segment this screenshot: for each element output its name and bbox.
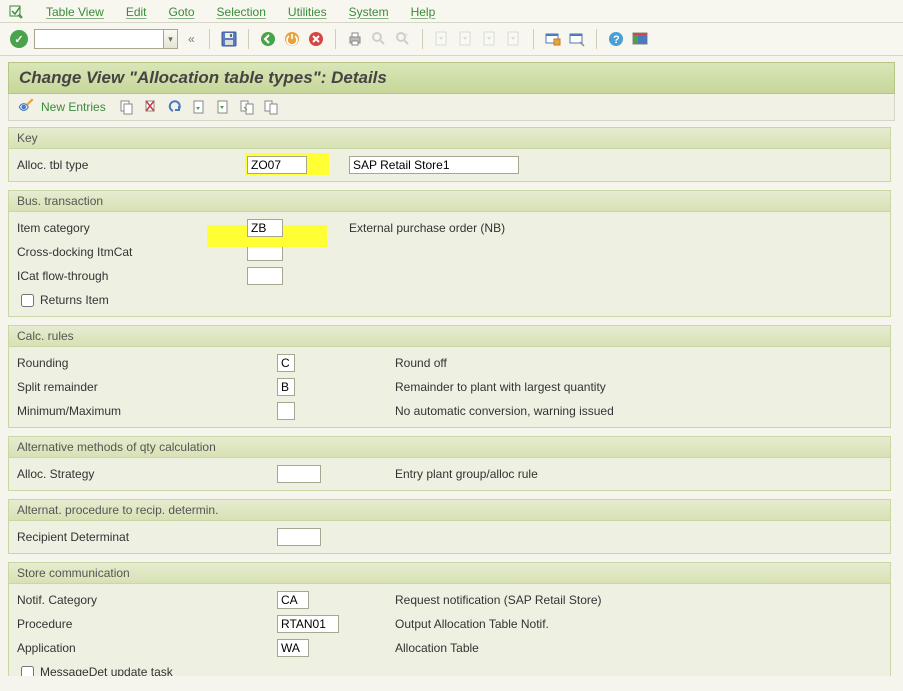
collapse-icon[interactable]: « — [184, 32, 199, 46]
group-bus: Bus. transaction Item category External … — [8, 190, 891, 317]
alloc-tbl-type-desc-input[interactable] — [349, 156, 519, 174]
print-entry-icon[interactable] — [262, 98, 280, 116]
prev-entry-icon[interactable] — [190, 98, 208, 116]
alloc-tbl-type-input[interactable] — [247, 156, 307, 174]
minmax-label: Minimum/Maximum — [17, 404, 277, 418]
msgdet-label: MessageDet update task — [40, 665, 173, 676]
exit-icon[interactable] — [283, 30, 301, 48]
cross-dock-label: Cross-docking ItmCat — [17, 245, 247, 259]
notif-input[interactable] — [277, 591, 309, 609]
msgdet-checkbox[interactable] — [21, 666, 34, 677]
returns-checkbox[interactable] — [21, 294, 34, 307]
minmax-input[interactable] — [277, 402, 295, 420]
cancel-icon[interactable] — [307, 30, 325, 48]
rounding-desc: Round off — [395, 356, 447, 370]
group-calc-header: Calc. rules — [9, 326, 890, 347]
prev-page-icon — [457, 30, 475, 48]
layout-icon[interactable] — [631, 30, 649, 48]
proc-desc: Output Allocation Table Notif. — [395, 617, 549, 631]
menu-bar: Table View Edit Goto Selection Utilities… — [0, 0, 903, 23]
menu-help[interactable]: Help — [411, 5, 436, 20]
determinat-input[interactable] — [277, 528, 321, 546]
proc-input[interactable] — [277, 615, 339, 633]
find-next-icon: + — [394, 30, 412, 48]
flow-label: ICat flow-through — [17, 269, 247, 283]
group-alt: Alternative methods of qty calculation A… — [8, 436, 891, 491]
returns-label: Returns Item — [40, 293, 109, 307]
svg-text:+: + — [405, 33, 409, 39]
group-key-header: Key — [9, 128, 890, 149]
app-input[interactable] — [277, 639, 309, 657]
first-page-icon — [433, 30, 451, 48]
shortcut-icon[interactable] — [568, 30, 586, 48]
find-icon — [370, 30, 388, 48]
split-input[interactable] — [277, 378, 295, 396]
group-recip: Alternat. procedure to recip. determin. … — [8, 499, 891, 554]
menu-utilities[interactable]: Utilities — [288, 5, 327, 20]
svg-text:?: ? — [613, 34, 620, 46]
enter-icon[interactable]: ✓ — [10, 30, 28, 48]
copy-icon[interactable] — [118, 98, 136, 116]
group-store-header: Store communication — [9, 563, 890, 584]
item-category-desc: External purchase order (NB) — [349, 221, 505, 235]
strategy-input[interactable] — [277, 465, 321, 483]
group-recip-header: Alternat. procedure to recip. determin. — [9, 500, 890, 521]
strategy-label: Alloc. Strategy — [17, 467, 277, 481]
minmax-desc: No automatic conversion, warning issued — [395, 404, 614, 418]
alloc-tbl-type-label: Alloc. tbl type — [17, 158, 247, 172]
group-store: Store communication Notif. Category Requ… — [8, 562, 891, 676]
next-page-icon — [481, 30, 499, 48]
new-entries-button[interactable]: New Entries — [41, 100, 106, 114]
determinat-label: Recipient Determinat — [17, 530, 277, 544]
group-bus-header: Bus. transaction — [9, 191, 890, 212]
help-icon[interactable]: ? — [607, 30, 625, 48]
new-session-icon[interactable] — [544, 30, 562, 48]
page-title: Change View "Allocation table types": De… — [8, 62, 895, 94]
split-desc: Remainder to plant with largest quantity — [395, 380, 606, 394]
menu-selection[interactable]: Selection — [217, 5, 266, 20]
command-field[interactable] — [34, 29, 164, 49]
group-key: Key Alloc. tbl type — [8, 127, 891, 182]
command-field-dropdown[interactable]: ▾ — [164, 29, 178, 49]
app-toolbar: New Entries — [8, 94, 895, 121]
menu-edit[interactable]: Edit — [126, 5, 147, 20]
item-category-label: Item category — [17, 221, 247, 235]
group-calc: Calc. rules Rounding Round off Split rem… — [8, 325, 891, 428]
proc-label: Procedure — [17, 617, 277, 631]
app-label: Application — [17, 641, 277, 655]
print-icon[interactable] — [346, 30, 364, 48]
last-page-icon — [505, 30, 523, 48]
toggle-display-change-icon[interactable] — [17, 98, 35, 116]
app-desc: Allocation Table — [395, 641, 479, 655]
notif-desc: Request notification (SAP Retail Store) — [395, 593, 602, 607]
menu-dropdown-icon[interactable] — [8, 4, 24, 20]
save-icon[interactable] — [220, 30, 238, 48]
group-alt-header: Alternative methods of qty calculation — [9, 437, 890, 458]
split-label: Split remainder — [17, 380, 277, 394]
delete-icon[interactable] — [142, 98, 160, 116]
menu-goto[interactable]: Goto — [169, 5, 195, 20]
other-entry-icon[interactable] — [238, 98, 256, 116]
back-icon[interactable] — [259, 30, 277, 48]
standard-toolbar: ✓ ▾ « + ? — [0, 23, 903, 56]
strategy-desc: Entry plant group/alloc rule — [395, 467, 538, 481]
content-area: Key Alloc. tbl type Bus. transaction Ite… — [8, 127, 895, 676]
flow-input[interactable] — [247, 267, 283, 285]
rounding-input[interactable] — [277, 354, 295, 372]
menu-system[interactable]: System — [349, 5, 389, 20]
undo-icon[interactable] — [166, 98, 184, 116]
next-entry-icon[interactable] — [214, 98, 232, 116]
notif-label: Notif. Category — [17, 593, 277, 607]
rounding-label: Rounding — [17, 356, 277, 370]
item-category-input[interactable] — [247, 219, 283, 237]
menu-table-view[interactable]: Table View — [46, 5, 104, 20]
